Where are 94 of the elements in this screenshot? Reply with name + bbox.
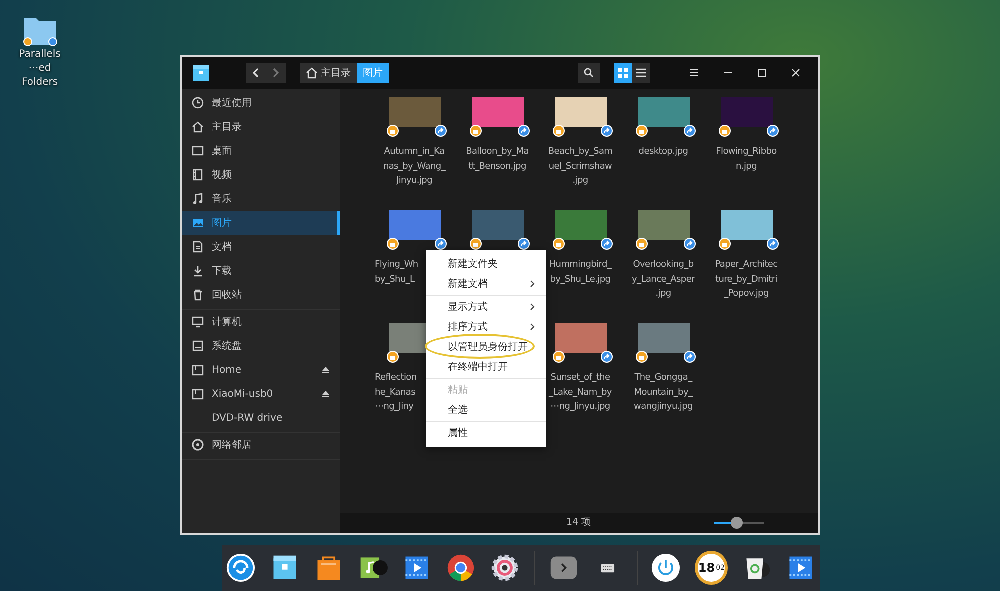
- sidebar-item[interactable]: 回收站: [182, 283, 340, 307]
- trash-icon: [192, 289, 204, 301]
- search-icon: [584, 68, 594, 78]
- home-icon: [192, 121, 204, 133]
- sidebar-item[interactable]: 最近使用: [182, 91, 340, 115]
- list-icon: [636, 68, 646, 78]
- share-arrow-icon: [434, 125, 446, 137]
- sidebar-item[interactable]: 视频: [182, 163, 340, 187]
- file-name[interactable]: Sunset_of_the _Lake_Nam_by ⋯ng_Jinyu.jpg: [549, 371, 612, 414]
- share-arrow-icon: [600, 125, 612, 137]
- sidebar-item[interactable]: 桌面: [182, 139, 340, 163]
- file-name[interactable]: Flowing_Ribbo n.jpg: [716, 145, 777, 174]
- menu-item[interactable]: 属性: [426, 423, 546, 443]
- sidebar-item[interactable]: 网络邻居: [182, 433, 340, 457]
- menu-item[interactable]: 排序方式: [426, 317, 546, 337]
- file-name[interactable]: Overlooking_b y_Lance_Asper .jpg: [632, 258, 695, 302]
- lock-icon: [552, 351, 564, 363]
- share-arrow-icon: [600, 351, 612, 363]
- app-icon: [190, 62, 212, 84]
- file-name[interactable]: Flying_Wh by_Shu_L: [373, 258, 418, 287]
- home-icon: [306, 67, 318, 79]
- lock-icon: [718, 238, 730, 250]
- breadcrumb-item[interactable]: 主目录: [300, 63, 357, 83]
- lock-icon: [636, 351, 648, 363]
- file-name[interactable]: Autumn_in_Ka nas_by_Wang_ Jinyu.jpg: [383, 145, 446, 188]
- folder-label: ⋯ed Folders: [20, 62, 60, 90]
- lock-icon: [552, 238, 564, 250]
- sidebar-item[interactable]: XiaoMi-usb0: [182, 382, 340, 406]
- share-arrow-icon: [766, 238, 778, 250]
- share-arrow-icon: [518, 125, 530, 137]
- browser-icon[interactable]: [446, 552, 476, 584]
- file-name[interactable]: Hummingbird_ by_Shu_Le.jpg: [549, 258, 612, 287]
- lock-icon: [636, 238, 648, 250]
- share-arrow-icon: [684, 351, 696, 363]
- lock-icon: [552, 125, 564, 137]
- file-name[interactable]: The_Gongga_ Mountain_by_ wangjinyu.jpg: [634, 371, 693, 414]
- sidebar-item[interactable]: 系统盘: [182, 334, 340, 358]
- clock-hour: 18: [698, 560, 716, 577]
- computer-icon: [192, 316, 204, 328]
- menu-item[interactable]: 全选: [426, 400, 546, 420]
- back-icon: [252, 68, 260, 78]
- music-icon: [192, 193, 204, 205]
- share-arrow-icon: [684, 238, 696, 250]
- file-name[interactable]: Reflection he_Kanas ⋯ng_Jiny: [373, 371, 417, 414]
- image-icon: [192, 217, 204, 229]
- file-name[interactable]: desktop.jpg: [638, 145, 688, 160]
- sidebar-item[interactable]: Home: [182, 358, 340, 382]
- monitor-icon: [192, 145, 204, 157]
- sidebar-item[interactable]: DVD-RW drive: [182, 406, 340, 430]
- eject-icon[interactable]: [322, 390, 330, 398]
- sidebar-item[interactable]: 主目录: [182, 115, 340, 139]
- share-arrow-icon: [684, 125, 696, 137]
- menu-icon: [689, 68, 699, 78]
- sidebar-item[interactable]: 下载: [182, 259, 340, 283]
- menu-item[interactable]: 新建文件夹: [426, 254, 546, 274]
- launcher-icon[interactable]: [226, 552, 256, 584]
- power-icon[interactable]: [651, 552, 682, 584]
- file-name[interactable]: Beach_by_Sam uel_Scrimshaw .jpg: [548, 145, 613, 188]
- lock-icon: [636, 125, 648, 137]
- menu-item[interactable]: 新建文档: [426, 274, 546, 294]
- grid-icon: [618, 68, 628, 78]
- search-button[interactable]: [578, 63, 600, 83]
- menu-item[interactable]: 在终端中打开: [426, 357, 546, 377]
- sidebar-item[interactable]: 音乐: [182, 187, 340, 211]
- share-arrow-icon: [766, 125, 778, 137]
- network-icon: [192, 439, 204, 451]
- back-button[interactable]: [246, 63, 266, 83]
- film-icon: [192, 169, 204, 181]
- gear-icon[interactable]: [490, 552, 520, 584]
- share-arrow-icon: [600, 238, 612, 250]
- drive-icon: [192, 388, 204, 400]
- download-icon: [192, 265, 204, 277]
- sidebar-item[interactable]: 图片: [182, 211, 340, 235]
- list-view-button[interactable]: [632, 63, 650, 83]
- file-name[interactable]: Paper_Architec ture_by_Dmitri _Popov.jpg: [715, 258, 778, 302]
- file-name[interactable]: Balloon_by_Ma tt_Benson.jpg: [466, 145, 529, 174]
- menu-item[interactable]: 以管理员身份打开: [426, 337, 546, 357]
- item-count: 14 项: [566, 516, 592, 530]
- lock-icon: [718, 125, 730, 137]
- forward-icon: [272, 68, 280, 78]
- lock-icon: [470, 125, 482, 137]
- close-icon: [791, 68, 801, 78]
- lock-icon: [386, 238, 398, 250]
- menu-item[interactable]: 显示方式: [426, 297, 546, 317]
- drive-icon: [192, 364, 204, 376]
- eject-icon[interactable]: [322, 366, 330, 374]
- sidebar-item[interactable]: 文档: [182, 235, 340, 259]
- lock-icon: [386, 125, 398, 137]
- folder-label: Parallels: [18, 48, 62, 62]
- clock-icon: [192, 97, 204, 109]
- lock-icon: [386, 351, 398, 363]
- document-icon: [192, 241, 204, 253]
- maximize-icon: [757, 68, 767, 78]
- sidebar-item[interactable]: 计算机: [182, 310, 340, 334]
